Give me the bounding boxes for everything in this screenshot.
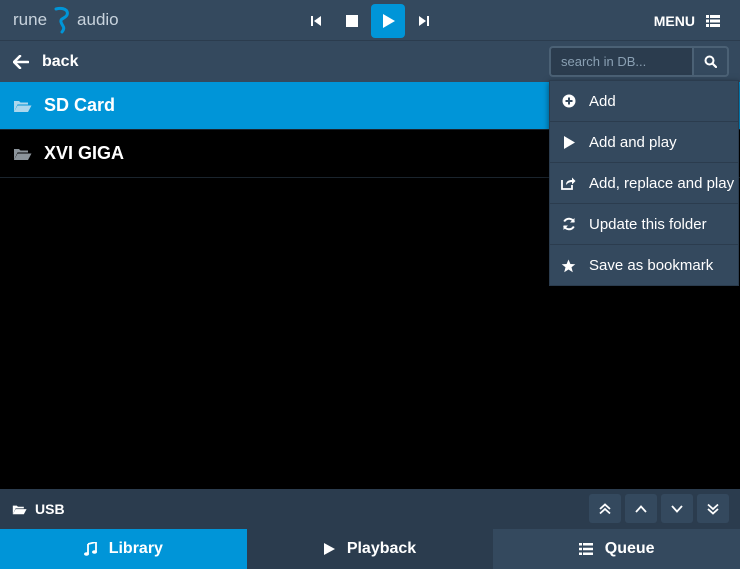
transport-controls [298, 4, 442, 38]
stop-button[interactable] [335, 4, 369, 38]
up-icon [635, 504, 647, 513]
double-down-icon [707, 503, 719, 515]
back-label: back [42, 52, 79, 70]
list-item-label: SD Card [44, 95, 116, 115]
list-icon [706, 14, 720, 27]
play-icon [382, 14, 395, 28]
bottom-tabs: Library Playback Queue [0, 529, 740, 569]
tab-queue[interactable]: Queue [493, 529, 740, 569]
menu-item-label: Update this folder [589, 215, 707, 233]
tab-label: Library [108, 540, 163, 557]
tab-library[interactable]: Library [0, 529, 247, 569]
menu-item-add-and-play[interactable]: Add and play [550, 122, 738, 163]
double-up-icon [599, 502, 611, 514]
folder-open-icon [14, 100, 32, 112]
tab-playback[interactable]: Playback [246, 529, 494, 569]
back-button[interactable]: back [13, 41, 78, 82]
arrow-left-icon [13, 54, 29, 69]
scroll-top-button[interactable] [589, 494, 621, 523]
rune-logo-icon [54, 6, 69, 34]
play-button[interactable] [371, 4, 405, 38]
tab-label: Playback [346, 540, 417, 557]
menu-item-label: Add and play [589, 133, 677, 151]
current-path[interactable]: USB [12, 489, 65, 529]
music-note-icon [83, 542, 97, 556]
down-icon [671, 504, 683, 513]
menu-item-add[interactable]: Add [550, 81, 738, 122]
scroll-bottom-button[interactable] [697, 494, 729, 523]
menu-item-add-replace-play[interactable]: Add, replace and play [550, 163, 738, 204]
stop-icon [346, 15, 358, 27]
refresh-icon [561, 217, 576, 232]
share-icon [561, 176, 576, 191]
next-icon [419, 16, 429, 26]
folder-open-icon [12, 505, 27, 514]
folder-open-icon [14, 148, 32, 160]
scroll-down-button[interactable] [661, 494, 693, 523]
list-item-label: XVI GIGA [44, 143, 125, 163]
path-bar: USB [0, 489, 740, 529]
play-icon [323, 543, 335, 555]
scroll-controls [589, 494, 729, 523]
menu-item-label: Add [589, 92, 616, 110]
search-input[interactable] [549, 46, 692, 77]
menu-item-label: Add, replace and play [589, 174, 735, 192]
logo[interactable]: rune audio [13, 5, 119, 35]
scroll-up-button[interactable] [625, 494, 657, 523]
search-box [549, 46, 729, 77]
star-icon [561, 258, 576, 273]
menu-item-label: Save as bookmark [589, 257, 714, 274]
search-button[interactable] [692, 46, 729, 77]
next-button[interactable] [407, 4, 441, 38]
menu-item-save-bookmark[interactable]: Save as bookmark [550, 245, 738, 286]
play-icon [561, 135, 576, 150]
logo-word-audio: audio [77, 10, 119, 29]
logo-word-rune: rune [13, 10, 48, 29]
previous-button[interactable] [299, 4, 333, 38]
previous-icon [311, 16, 321, 26]
tab-label: Queue [604, 540, 655, 557]
plus-circle-icon [561, 94, 576, 109]
menu-button[interactable]: MENU [654, 0, 720, 41]
top-bar: rune audio MENU [0, 0, 740, 41]
menu-item-update-folder[interactable]: Update this folder [550, 204, 738, 245]
menu-label: MENU [653, 12, 695, 29]
search-icon [704, 55, 717, 68]
browse-nav-bar: back [0, 41, 740, 82]
context-menu: Add Add and play Add, replace and play U… [549, 80, 739, 286]
list-icon [578, 543, 593, 555]
path-label: USB [35, 501, 65, 517]
